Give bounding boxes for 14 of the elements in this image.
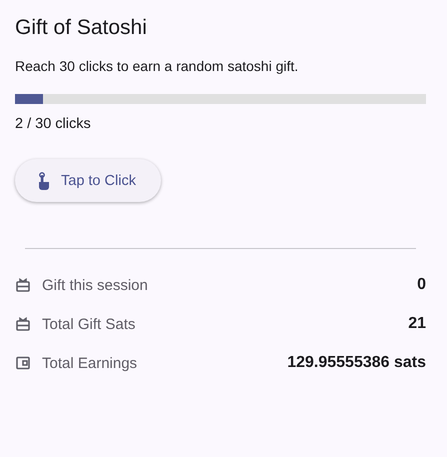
tap-button[interactable]: Tap to Click: [15, 159, 161, 202]
stat-label: Total Gift Sats: [42, 316, 136, 332]
finger-tap-icon: [37, 172, 51, 190]
stat-value: 21: [408, 315, 426, 333]
gift-icon: [15, 277, 31, 293]
stat-value: 129.95555386 sats: [287, 354, 426, 372]
stat-value: 0: [417, 276, 426, 294]
stat-label: Gift this session: [42, 276, 148, 294]
click-count: 2 / 30 clicks: [15, 116, 91, 132]
page-title: Gift of Satoshi: [15, 15, 147, 41]
stat-label: Total Earnings: [42, 354, 138, 372]
wallet-icon: [15, 355, 31, 371]
gift-icon: [15, 316, 31, 332]
description: Reach 30 clicks to earn a random satoshi gift.: [15, 57, 298, 75]
